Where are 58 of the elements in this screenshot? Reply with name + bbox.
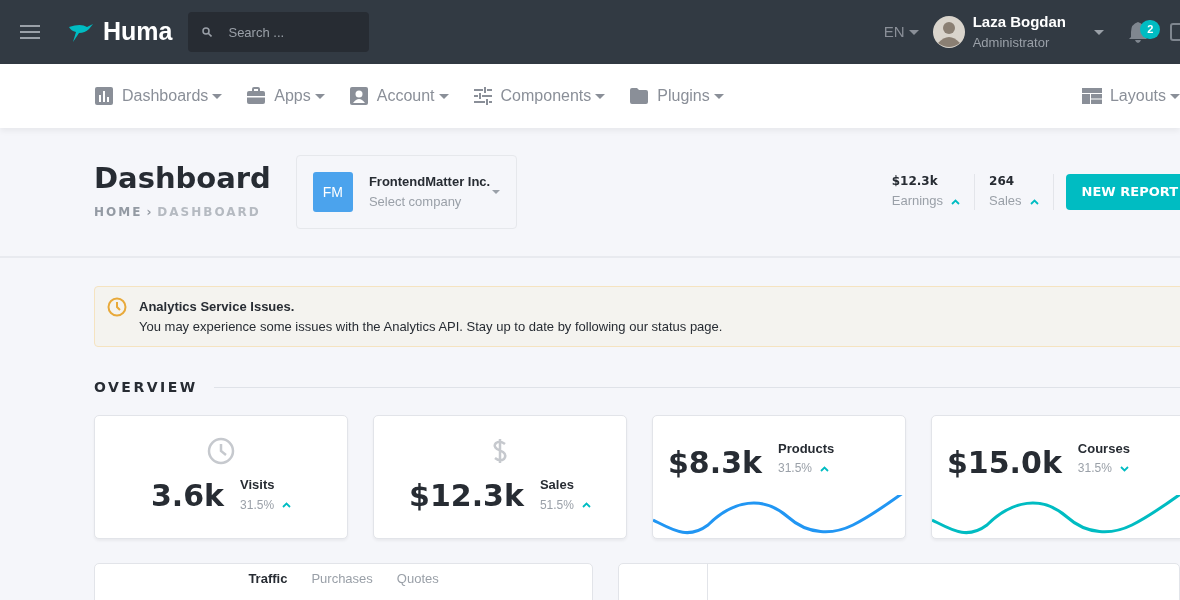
company-avatar: FM	[312, 172, 353, 212]
nav-menu-item[interactable]: Account	[376, 84, 449, 108]
card-value: $12.3k	[409, 476, 524, 515]
card-value: $15.0k	[947, 444, 1062, 482]
clock-icon	[207, 436, 235, 465]
dollar-icon	[492, 436, 508, 465]
search-field[interactable]: Search ...	[188, 12, 370, 52]
card-label: Sales	[539, 477, 575, 494]
tab[interactable]: Purchases	[311, 569, 373, 589]
nav-menu-item[interactable]: Dashboards	[122, 84, 223, 108]
tab[interactable]: Quotes	[396, 569, 439, 589]
stat-value: $12.3k	[891, 174, 939, 190]
new-report-button[interactable]: NEW REPORT	[1065, 174, 1180, 210]
tab[interactable]: Traffic	[248, 569, 288, 589]
card-percent: 31.5%	[240, 497, 275, 513]
user-card-icon	[348, 86, 369, 106]
caret-icon	[491, 190, 500, 194]
nav-menu-item[interactable]: Apps	[274, 84, 325, 108]
sliders-icon	[472, 86, 493, 106]
layouts-menu[interactable]: Layouts	[1109, 84, 1180, 108]
card-value: 3.6k	[150, 476, 225, 515]
card-percent: 31.5%	[778, 461, 812, 477]
notification-count: 2	[1140, 20, 1161, 39]
card-label: Courses	[1077, 441, 1130, 458]
card-label: Visits	[240, 477, 276, 494]
bird-logo-icon[interactable]	[67, 21, 95, 43]
company-selector[interactable]: FM FrontendMatter Inc. Select company	[295, 155, 517, 229]
search-icon	[202, 27, 213, 37]
nav-menu-item[interactable]: Components	[500, 84, 606, 108]
chart-icon	[94, 86, 114, 106]
clock-icon	[107, 297, 127, 317]
page-title: Dashboard	[94, 163, 271, 195]
user-name: Laza Bogdan	[972, 12, 1066, 32]
breadcrumb-separator: ›	[146, 203, 154, 221]
card-percent: 51.5%	[539, 497, 574, 513]
card-value: $8.3k	[668, 444, 762, 482]
user-role: Administrator	[972, 35, 1051, 52]
alert-title: Analytics Service Issues.	[139, 298, 296, 316]
company-hint: Select company	[368, 194, 463, 211]
stat-value: 264	[989, 174, 1016, 190]
layout-icon	[1081, 87, 1102, 105]
card-label: Products	[778, 441, 835, 458]
avatar-silhouette-icon	[932, 16, 965, 48]
menu-icon[interactable]	[20, 24, 40, 40]
nav-menu-item[interactable]: Plugins	[657, 84, 724, 108]
company-name: FrontendMatter Inc.	[368, 173, 491, 190]
stat-label: Earnings	[891, 193, 944, 210]
section-title: OVERVIEW	[94, 378, 198, 397]
card-percent: 31.5%	[1077, 461, 1112, 477]
folder-icon	[629, 86, 650, 106]
language-dropdown[interactable]: EN	[883, 20, 919, 44]
breadcrumb-item: DASHBOARD	[157, 203, 261, 221]
breadcrumb-item[interactable]: HOME	[94, 202, 143, 221]
alert-message: You may experience some issues with the Analytics API. Stay up to date by following our status page.	[139, 317, 723, 336]
briefcase-icon	[246, 86, 267, 106]
brand-name[interactable]: Huma	[103, 13, 173, 51]
caret-icon[interactable]	[1094, 29, 1104, 35]
stat-label: Sales	[989, 193, 1022, 210]
